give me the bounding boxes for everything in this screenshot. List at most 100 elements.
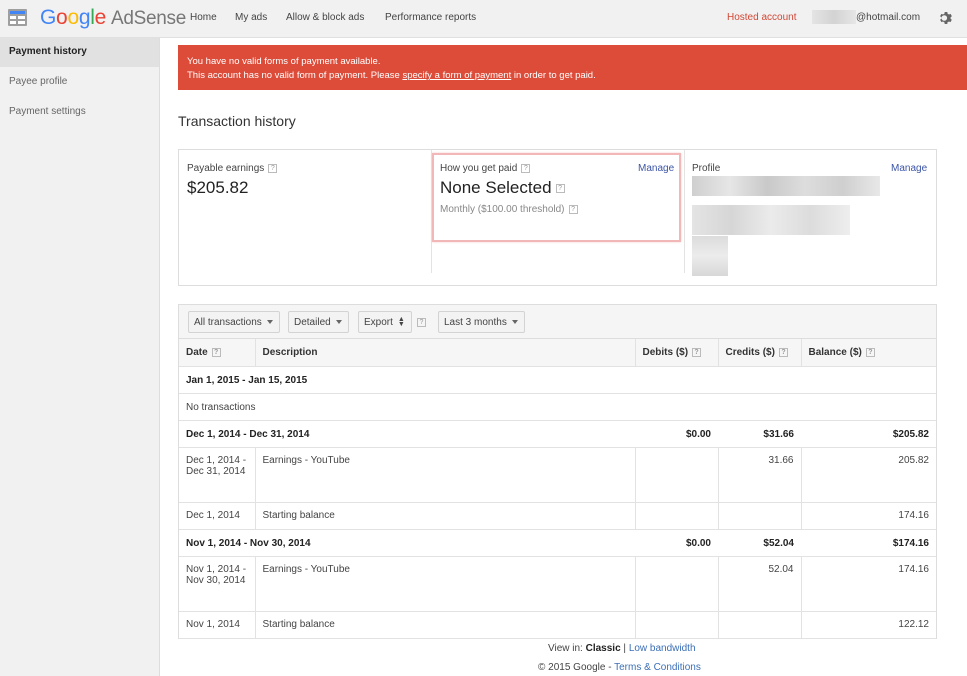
- table-header-row: Date? Description Debits ($)? Credits ($…: [179, 339, 936, 367]
- row-debit: [634, 502, 718, 530]
- adsense-logo[interactable]: Google AdSense: [40, 6, 186, 30]
- table-toolbar: All transactions Detailed Export ▲ ▼ ? Las…: [179, 305, 936, 339]
- row-date: Nov 1, 2014: [179, 611, 255, 639]
- row-credit: [717, 611, 801, 639]
- row-date: Nov 1, 2014 - Nov 30, 2014: [179, 556, 255, 612]
- header-description[interactable]: Description: [254, 339, 635, 367]
- sidebar-item-payment-history[interactable]: Payment history: [0, 38, 159, 67]
- payment-threshold: Monthly ($100.00 threshold)?: [440, 204, 578, 215]
- nav-home[interactable]: Home: [190, 12, 217, 23]
- no-transactions-text: No transactions: [179, 393, 936, 421]
- terms-link[interactable]: Terms & Conditions: [614, 662, 701, 673]
- help-icon[interactable]: ?: [417, 318, 426, 327]
- row-description: Starting balance: [254, 611, 635, 639]
- payable-earnings-value: $205.82: [187, 178, 249, 197]
- profile-redacted: [692, 176, 880, 196]
- row-date: Dec 1, 2014: [179, 502, 255, 530]
- row-credit: 31.66: [717, 447, 801, 503]
- sidebar-item-payee-profile[interactable]: Payee profile: [0, 68, 159, 97]
- row-debit: [634, 611, 718, 639]
- nav-allow-block-ads[interactable]: Allow & block ads: [286, 12, 364, 23]
- help-icon[interactable]: ?: [865, 347, 875, 357]
- account-email[interactable]: @hotmail.com: [856, 12, 920, 23]
- header-balance[interactable]: Balance ($)?: [800, 339, 936, 367]
- low-bandwidth-link[interactable]: Low bandwidth: [629, 643, 696, 654]
- period-label: Dec 1, 2014 - Dec 31, 2014: [179, 420, 635, 448]
- row-credit: 52.04: [717, 556, 801, 612]
- period-debits: $0.00: [635, 529, 718, 557]
- chevron-down-icon: [511, 320, 518, 325]
- row-date: Dec 1, 2014 - Dec 31, 2014: [179, 447, 255, 503]
- row-debit: [634, 556, 718, 612]
- period-label: Nov 1, 2014 - Nov 30, 2014: [179, 529, 635, 557]
- date-range-dropdown[interactable]: Last 3 months: [438, 311, 525, 333]
- help-icon[interactable]: ?: [268, 163, 278, 173]
- help-icon[interactable]: ?: [778, 347, 788, 357]
- help-icon[interactable]: ?: [521, 163, 531, 173]
- row-description: Earnings - YouTube: [254, 447, 635, 503]
- help-icon[interactable]: ?: [211, 347, 221, 357]
- row-balance: 174.16: [800, 502, 936, 530]
- manage-profile-link[interactable]: Manage: [891, 163, 927, 174]
- alert-line-1: You have no valid forms of payment avail…: [187, 56, 381, 67]
- sidebar: Payment history Payee profile Payment se…: [0, 38, 160, 676]
- sidebar-item-payment-settings[interactable]: Payment settings: [0, 98, 159, 127]
- period-credits: $31.66: [718, 420, 801, 448]
- top-bar: Google AdSense Home My ads Allow & block …: [0, 0, 967, 38]
- no-transactions-row: No transactions: [179, 393, 936, 421]
- alert-line-2: This account has no valid form of paymen…: [187, 70, 596, 81]
- period-debits: $0.00: [635, 420, 718, 448]
- table-row: Nov 1, 2014 Starting balance 122.12: [179, 611, 936, 639]
- table-row: Dec 1, 2014 Starting balance 174.16: [179, 502, 936, 530]
- help-icon[interactable]: ?: [555, 184, 565, 194]
- nav-performance-reports[interactable]: Performance reports: [385, 12, 476, 23]
- row-balance: 174.16: [800, 556, 936, 612]
- payment-alert: You have no valid forms of payment avail…: [178, 45, 967, 90]
- period-balance: $205.82: [801, 420, 936, 448]
- gear-icon[interactable]: [938, 10, 954, 26]
- transactions-table: Date? Description Debits ($)? Credits ($…: [179, 339, 936, 639]
- payable-earnings-label: Payable earnings?: [187, 163, 278, 174]
- view-classic: Classic: [585, 643, 621, 654]
- payment-method-value: None Selected?: [440, 178, 565, 198]
- filter-transactions-dropdown[interactable]: All transactions: [188, 311, 280, 333]
- product-name: AdSense: [110, 8, 186, 29]
- how-you-get-paid-label: How you get paid?: [440, 163, 531, 174]
- view-mode-footer: View in: Classic | Low bandwidth: [548, 643, 696, 654]
- chevron-down-icon: [266, 320, 273, 325]
- header-date[interactable]: Date?: [179, 339, 255, 367]
- payment-summary: Payable earnings? $205.82 How you get pa…: [178, 149, 937, 286]
- row-debit: [634, 447, 718, 503]
- row-balance: 122.12: [800, 611, 936, 639]
- profile-redacted: [692, 205, 850, 235]
- period-label: Jan 1, 2015 - Jan 15, 2015: [179, 366, 936, 394]
- help-icon[interactable]: ?: [568, 204, 578, 214]
- manage-payment-link[interactable]: Manage: [638, 163, 674, 174]
- profile-label: Profile: [692, 163, 721, 174]
- row-balance: 205.82: [800, 447, 936, 503]
- sort-arrows-icon: ▲ ▼: [397, 316, 405, 329]
- apps-icon[interactable]: [8, 9, 27, 26]
- nav-my-ads[interactable]: My ads: [235, 12, 267, 23]
- header-debits[interactable]: Debits ($)?: [634, 339, 718, 367]
- email-redacted: [812, 10, 856, 24]
- row-credit: [717, 502, 801, 530]
- help-icon[interactable]: ?: [692, 347, 702, 357]
- period-row: Dec 1, 2014 - Dec 31, 2014 $0.00 $31.66 …: [179, 420, 936, 448]
- specify-payment-link[interactable]: specify a form of payment: [402, 70, 511, 81]
- header-credits[interactable]: Credits ($)?: [717, 339, 801, 367]
- row-description: Starting balance: [254, 502, 635, 530]
- detail-level-dropdown[interactable]: Detailed: [288, 311, 349, 333]
- export-dropdown[interactable]: Export ▲ ▼: [358, 311, 412, 333]
- table-row: Dec 1, 2014 - Dec 31, 2014 Earnings - Yo…: [179, 447, 936, 503]
- period-credits: $52.04: [718, 529, 801, 557]
- hosted-account-link[interactable]: Hosted account: [727, 12, 797, 23]
- transactions-table-panel: All transactions Detailed Export ▲ ▼ ? Las…: [178, 304, 937, 639]
- period-balance: $174.16: [801, 529, 936, 557]
- page-title: Transaction history: [178, 113, 296, 129]
- table-row: Nov 1, 2014 - Nov 30, 2014 Earnings - Yo…: [179, 556, 936, 612]
- row-description: Earnings - YouTube: [254, 556, 635, 612]
- period-row: Jan 1, 2015 - Jan 15, 2015: [179, 366, 936, 394]
- divider: [684, 150, 685, 273]
- copyright-footer: © 2015 Google - Terms & Conditions: [538, 662, 701, 673]
